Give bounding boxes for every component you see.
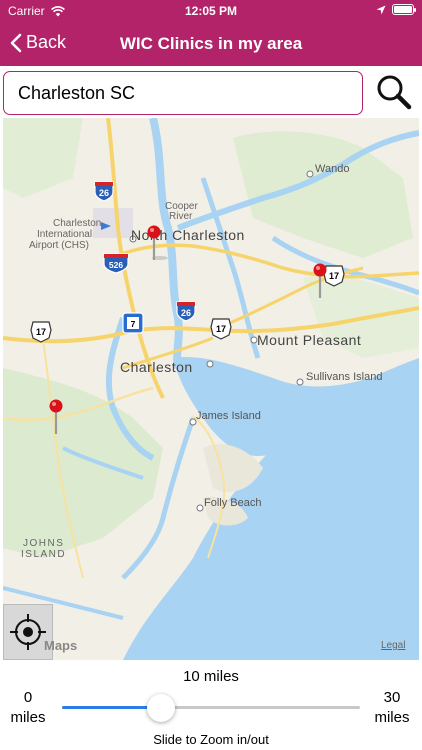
radius-slider[interactable] bbox=[62, 694, 360, 722]
navigation-bar: Back WIC Clinics in my area bbox=[0, 22, 422, 66]
interstate-26-south-shield: 26 bbox=[176, 301, 196, 322]
map-view[interactable]: Wando Charleston International Airport (… bbox=[3, 118, 419, 660]
sc-7-shield: 7 bbox=[122, 312, 144, 334]
min-value: 0 bbox=[23, 689, 33, 706]
location-arrow-icon bbox=[376, 5, 386, 14]
map-label-james-island: James Island bbox=[196, 410, 261, 422]
slider-hint: Slide to Zoom in/out bbox=[153, 732, 269, 747]
search-bar bbox=[0, 66, 422, 118]
search-button[interactable] bbox=[374, 72, 414, 112]
us-17-center-shield: 17 bbox=[210, 318, 232, 340]
map-label-charleston: Charleston bbox=[120, 359, 193, 375]
svg-text:26: 26 bbox=[99, 188, 109, 198]
interstate-26-north-shield: 26 bbox=[94, 181, 114, 202]
max-unit: miles bbox=[374, 709, 410, 726]
interstate-526-shield: 526 bbox=[103, 253, 129, 274]
map-label-johns-island: JOHNS ISLAND bbox=[21, 538, 69, 560]
max-value: 30 bbox=[383, 689, 401, 706]
page-title: WIC Clinics in my area bbox=[119, 34, 303, 53]
zoom-controls: 10 miles 0 miles 30 miles Slide to Zoom … bbox=[0, 660, 422, 750]
svg-text:17: 17 bbox=[216, 324, 226, 334]
map-label-sullivans-island: Sullivans Island bbox=[306, 371, 382, 383]
min-unit: miles bbox=[10, 709, 46, 726]
map-label-mount-pleasant: Mount Pleasant bbox=[257, 332, 361, 348]
svg-text:17: 17 bbox=[329, 271, 339, 281]
svg-text:526: 526 bbox=[109, 260, 123, 270]
airport-line-3: Airport (CHS) bbox=[29, 240, 89, 251]
legal-link[interactable]: Legal bbox=[381, 640, 405, 651]
status-bar: Carrier 12:05 PM bbox=[0, 0, 422, 22]
map-label-wando: Wando bbox=[315, 163, 349, 175]
airport-line-2: International bbox=[37, 229, 92, 240]
map-canvas: Wando Charleston International Airport (… bbox=[3, 118, 419, 660]
magnifier-icon bbox=[377, 75, 412, 110]
battery-icon bbox=[392, 4, 416, 15]
maps-attribution: Maps bbox=[44, 638, 78, 653]
search-input[interactable] bbox=[3, 71, 363, 115]
max-radius-label: 30 miles bbox=[370, 688, 414, 728]
svg-text:7: 7 bbox=[131, 319, 136, 329]
status-right bbox=[376, 4, 416, 15]
map-label-folly-beach: Folly Beach bbox=[204, 497, 261, 509]
crosshair-icon bbox=[10, 614, 46, 650]
min-radius-label: 0 miles bbox=[8, 688, 48, 728]
airport-line-1: Charleston bbox=[53, 218, 101, 229]
svg-text:17: 17 bbox=[36, 327, 46, 337]
us-17-west-shield: 17 bbox=[30, 321, 52, 343]
slider-thumb[interactable] bbox=[147, 694, 176, 722]
current-radius-label: 10 miles bbox=[183, 668, 239, 685]
status-time: 12:05 PM bbox=[184, 4, 238, 18]
svg-text:26: 26 bbox=[181, 308, 191, 318]
us-17-east-shield: 17 bbox=[323, 265, 345, 287]
